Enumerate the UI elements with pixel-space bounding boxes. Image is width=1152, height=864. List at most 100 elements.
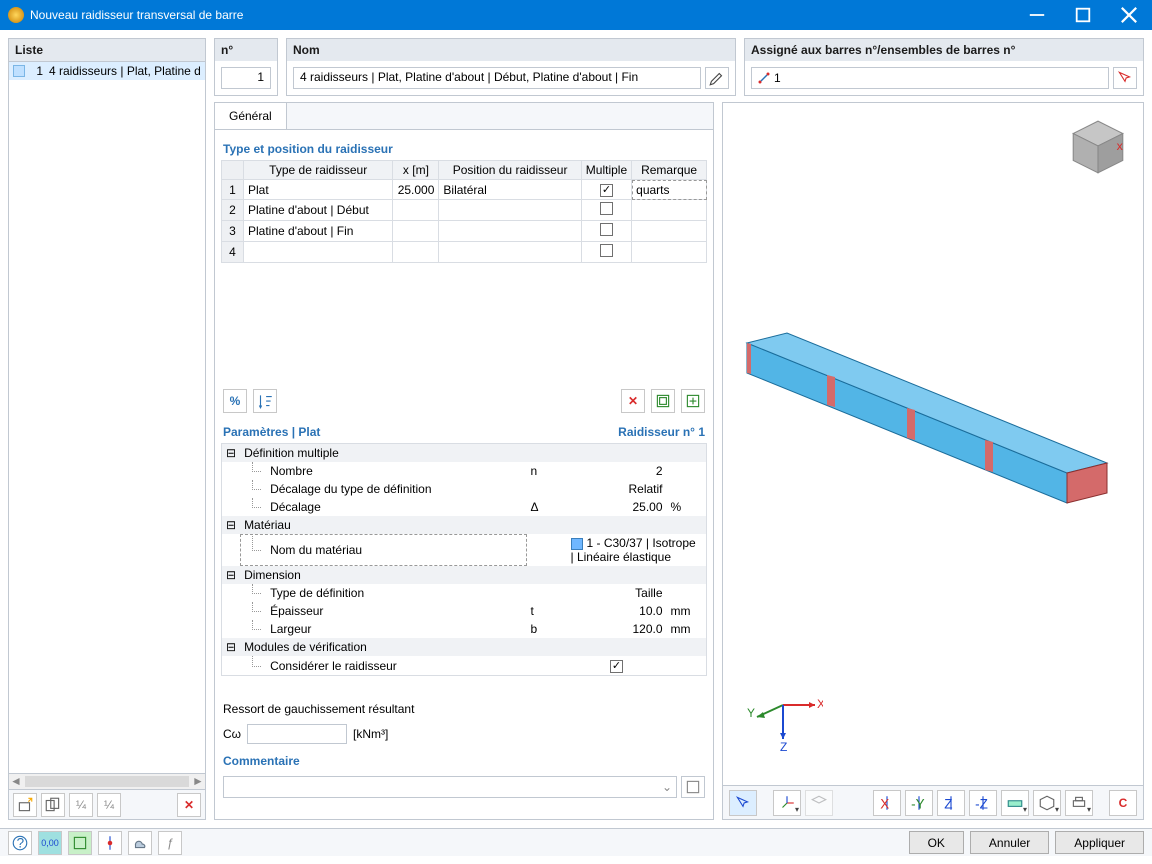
stiffener-table[interactable]: Type de raidisseur x [m] Position du rai…: [221, 160, 707, 263]
copy-item-button[interactable]: [41, 793, 65, 817]
assigned-input[interactable]: 1: [751, 67, 1109, 89]
params-title: Paramètres | Plat: [223, 425, 320, 439]
tabs: Général: [215, 103, 713, 130]
minimize-button[interactable]: [1014, 0, 1060, 30]
numero-input[interactable]: 1: [221, 67, 271, 89]
consider-check[interactable]: [610, 660, 623, 673]
svg-text:-Z: -Z: [975, 796, 988, 811]
list-item[interactable]: 1 4 raidisseurs | Plat, Platine d'about: [9, 62, 205, 80]
comment-title: Commentaire: [221, 748, 707, 772]
zoom-x-button[interactable]: X: [873, 790, 901, 816]
nom-label: Nom: [287, 39, 735, 61]
table-row[interactable]: 2 Platine d'about | Début: [222, 200, 707, 221]
reset-view-button[interactable]: C: [1109, 790, 1137, 816]
params-table[interactable]: ⊟Définition multiple Nombren2 Décalage d…: [221, 443, 707, 676]
section-type-title: Type et position du raidisseur: [221, 136, 707, 160]
help-button[interactable]: ?: [8, 831, 32, 855]
phase-button-2[interactable]: ¼: [97, 793, 121, 817]
zoom-nz-button[interactable]: -Z: [969, 790, 997, 816]
view-style-button[interactable]: ▾: [1001, 790, 1029, 816]
axes-icon: X Y Z: [743, 675, 823, 755]
print-button[interactable]: ▾: [1065, 790, 1093, 816]
window-title: Nouveau raidisseur transversal de barre: [30, 8, 1014, 22]
comment-extra-button[interactable]: [681, 776, 705, 798]
list-panel: Liste 1 4 raidisseurs | Plat, Platine d'…: [8, 38, 206, 820]
phase-button-1[interactable]: ¼: [69, 793, 93, 817]
assigned-group: Assigné aux barres n°/ensembles de barre…: [744, 38, 1144, 96]
mult-check[interactable]: [600, 184, 613, 197]
svg-text:Z: Z: [944, 796, 952, 811]
svg-text:?: ?: [17, 835, 25, 850]
point-button[interactable]: [98, 831, 122, 855]
viewer-toolbar: ▾ X -Y Z -Z ▾ ▾ ▾ C: [723, 785, 1143, 819]
zoom-y-button[interactable]: -Y: [905, 790, 933, 816]
svg-text:X: X: [880, 796, 889, 811]
table-delete-button[interactable]: ✕: [621, 389, 645, 413]
warp-input[interactable]: [247, 724, 347, 744]
warp-symbol: Cω: [223, 727, 241, 741]
material-swatch-icon: [571, 538, 583, 550]
numero-group: n° 1: [214, 38, 278, 96]
table-row[interactable]: 4: [222, 242, 707, 263]
zoom-z-button[interactable]: Z: [937, 790, 965, 816]
view-pick-button[interactable]: [729, 790, 757, 816]
pick-member-button[interactable]: [1113, 67, 1137, 89]
col-rem: Remarque: [632, 161, 707, 180]
assigned-label: Assigné aux barres n°/ensembles de barre…: [745, 39, 1143, 61]
item-text: 4 raidisseurs | Plat, Platine d'about: [49, 64, 201, 78]
title-bar: Nouveau raidisseur transversal de barre: [0, 0, 1152, 30]
mult-check[interactable]: [600, 244, 613, 257]
list-body[interactable]: 1 4 raidisseurs | Plat, Platine d'about: [9, 62, 205, 773]
list-toolbar: ¼ ¼ ✕: [9, 789, 205, 819]
params-right: Raidisseur n° 1: [618, 425, 705, 439]
script-button[interactable]: ƒ: [158, 831, 182, 855]
axes-button[interactable]: ▾: [773, 790, 801, 816]
tab-general[interactable]: Général: [215, 103, 287, 129]
col-mult: Multiple: [581, 161, 631, 180]
cancel-button[interactable]: Annuler: [970, 831, 1049, 854]
col-type: Type de raidisseur: [244, 161, 393, 180]
units-button[interactable]: 0,00: [38, 831, 62, 855]
list-scrollbar[interactable]: ◄►: [9, 773, 205, 789]
viewer-canvas[interactable]: x X: [723, 103, 1143, 785]
svg-text:x: x: [1117, 139, 1124, 153]
table-row[interactable]: 3 Platine d'about | Fin: [222, 221, 707, 242]
delete-item-button[interactable]: ✕: [177, 793, 201, 817]
cloud-button[interactable]: [128, 831, 152, 855]
close-button[interactable]: [1106, 0, 1152, 30]
mult-check[interactable]: [600, 223, 613, 236]
table-paste-button[interactable]: [681, 389, 705, 413]
svg-text:-Y: -Y: [911, 796, 925, 811]
nom-input[interactable]: 4 raidisseurs | Plat, Platine d'about | …: [293, 67, 701, 89]
table-row[interactable]: 1 Plat 25.000 Bilatéral quarts: [222, 180, 707, 200]
member-icon: [758, 72, 770, 84]
maximize-button[interactable]: [1060, 0, 1106, 30]
beam-preview-icon: [727, 293, 1127, 543]
item-index: 1: [31, 64, 43, 78]
table-copy-button[interactable]: [651, 389, 675, 413]
grid-button[interactable]: [68, 831, 92, 855]
col-x: x [m]: [393, 161, 439, 180]
view-cube-button[interactable]: ▾: [1033, 790, 1061, 816]
list-header: Liste: [9, 39, 205, 62]
apply-button[interactable]: Appliquer: [1055, 831, 1144, 854]
item-swatch-icon: [13, 65, 25, 77]
warp-unit: [kNm³]: [353, 727, 388, 741]
nom-group: Nom 4 raidisseurs | Plat, Platine d'abou…: [286, 38, 736, 96]
percent-button[interactable]: %: [223, 389, 247, 413]
edit-name-button[interactable]: [705, 67, 729, 89]
assigned-value: 1: [774, 71, 781, 85]
sort-button[interactable]: [253, 389, 277, 413]
svg-text:X: X: [817, 697, 823, 711]
comment-input[interactable]: ⌄: [223, 776, 677, 798]
view-isometric-button[interactable]: [805, 790, 833, 816]
nav-cube-icon[interactable]: x: [1067, 117, 1129, 179]
mult-check[interactable]: [600, 202, 613, 215]
app-icon: [8, 7, 24, 23]
warp-title: Ressort de gauchissement résultant: [221, 696, 707, 720]
chevron-down-icon: ⌄: [662, 780, 672, 794]
ok-button[interactable]: OK: [909, 831, 964, 854]
new-item-button[interactable]: [13, 793, 37, 817]
numero-label: n°: [215, 39, 277, 61]
viewer-panel: x X: [722, 102, 1144, 820]
